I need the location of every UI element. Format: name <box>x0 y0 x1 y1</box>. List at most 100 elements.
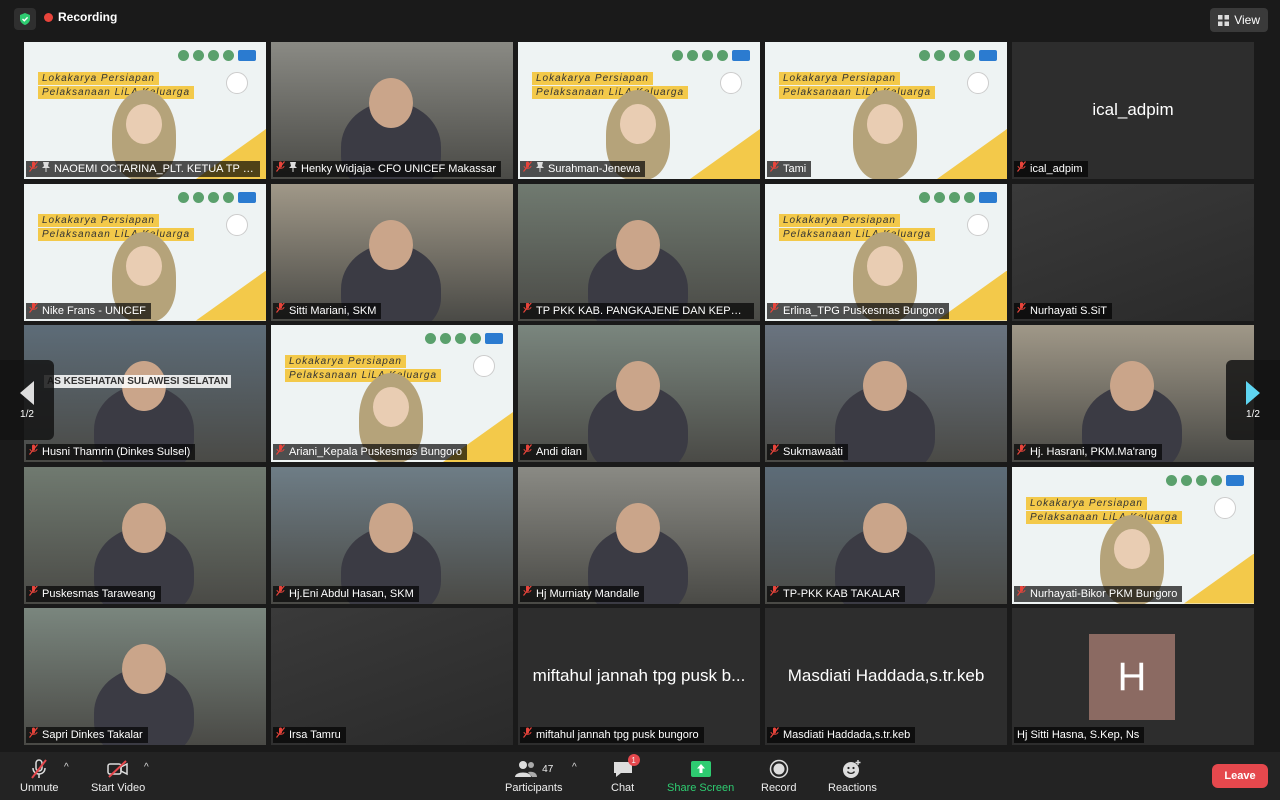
slide-title-line2: Pelaksanaan LiLA Keluarga <box>1026 510 1183 524</box>
security-shield-icon[interactable] <box>14 8 36 30</box>
chat-button[interactable]: 1 Chat <box>611 754 640 794</box>
muted-mic-icon <box>523 161 532 177</box>
participant-name: TP-PKK KAB TAKALAR <box>783 587 900 600</box>
participant-name-label: Puskesmas Taraweang <box>26 585 161 602</box>
participant-tile[interactable]: Sitti Mariani, SKM <box>271 183 513 321</box>
recording-indicator[interactable]: Recording <box>44 10 117 24</box>
participant-tile[interactable]: Sukmawaàti <box>765 325 1007 462</box>
participant-tile[interactable]: TP-PKK KAB TAKALAR <box>765 466 1007 604</box>
shared-slide-video: Lokakarya Persiapan Pelaksanaan LiLA Kelu… <box>765 183 1007 321</box>
person-face <box>863 361 907 411</box>
person-face <box>122 502 166 553</box>
participant-tile[interactable]: Hj. Hasrani, PKM.Ma'rang <box>1012 325 1254 462</box>
video-options-caret-icon[interactable]: ^ <box>144 762 149 773</box>
slide-logos-icon <box>672 50 750 61</box>
video-off-icon <box>106 756 130 782</box>
audio-options-caret-icon[interactable]: ^ <box>64 762 69 773</box>
participant-tile[interactable]: Irsa Tamru <box>271 608 513 745</box>
arrow-right-icon <box>1246 380 1260 405</box>
slide-title-line1: Lokakarya Persiapan <box>779 213 900 227</box>
video-off-placeholder: miftahul jannah tpg pusk b... <box>518 608 760 745</box>
participant-tile[interactable]: TP PKK KAB. PANGKAJENE DAN KEPULA... <box>518 183 760 321</box>
participant-name: Husni Thamrin (Dinkes Sulsel) <box>42 446 191 458</box>
slide-title-line1: Lokakarya Persiapan <box>1026 496 1147 510</box>
participant-tile[interactable]: H Hj Sitti Hasna, S.Kep, Ns <box>1012 608 1254 745</box>
shared-slide-video: Lokakarya Persiapan Pelaksanaan LiLA Kelu… <box>271 325 513 462</box>
participant-name-label: Sitti Mariani, SKM <box>273 302 382 319</box>
top-bar: Recording View <box>0 0 1280 40</box>
leave-button[interactable]: Leave <box>1212 764 1268 788</box>
participant-tile[interactable]: Nurhayati S.SiT <box>1012 183 1254 321</box>
person-face <box>369 78 413 128</box>
record-button[interactable]: Record <box>761 756 796 794</box>
video-grid: Lokakarya Persiapan Pelaksanaan LiLA Kelu… <box>24 42 1256 746</box>
participant-name: Tami <box>783 163 807 175</box>
participants-button[interactable]: 47 Participants <box>505 756 562 794</box>
participants-caret-icon[interactable]: ^ <box>572 762 577 773</box>
muted-mic-icon <box>276 444 285 460</box>
muted-mic-icon <box>523 444 532 460</box>
muted-mic-icon <box>276 302 285 319</box>
slide-title-line2: Pelaksanaan LiLA Keluarga <box>779 227 936 241</box>
slide-background: Lokakarya Persiapan Pelaksanaan LiLA Kelu… <box>24 42 266 179</box>
participant-name-label: Nurhayati-Bikor PKM Bungoro <box>1014 585 1183 602</box>
recording-dot-icon <box>44 12 53 22</box>
reactions-icon <box>841 756 863 782</box>
start-video-label: Start Video <box>91 782 146 794</box>
participant-name-label: Andi dian <box>520 444 587 460</box>
slide-title-line1: Lokakarya Persiapan <box>779 72 900 85</box>
view-button[interactable]: View <box>1210 8 1268 32</box>
participant-tile[interactable]: Hj Murniaty Mandalle <box>518 466 760 604</box>
share-screen-button[interactable]: Share Screen <box>667 756 734 794</box>
participant-name: Puskesmas Taraweang <box>42 587 156 600</box>
participant-name-label: Sukmawaàti <box>767 444 848 460</box>
participant-tile[interactable]: Lokakarya Persiapan Pelaksanaan LiLA Kelu… <box>765 183 1007 321</box>
reactions-button[interactable]: Reactions <box>828 756 877 794</box>
participant-video <box>1012 325 1254 462</box>
participant-tile[interactable]: ical_adpim ical_adpim <box>1012 42 1254 179</box>
record-label: Record <box>761 782 797 794</box>
participant-tile[interactable]: AS KESEHATAN SULAWESI SELATAN Husni Thamr… <box>24 325 266 462</box>
muted-mic-icon <box>523 302 532 319</box>
participant-video <box>765 466 1007 604</box>
chat-label: Chat <box>611 782 635 794</box>
participant-tile[interactable]: Lokakarya Persiapan Pelaksanaan LiLA Kelu… <box>765 42 1007 179</box>
participant-tile[interactable]: Puskesmas Taraweang <box>24 466 266 604</box>
participant-name: Sapri Dinkes Takalar <box>42 729 143 741</box>
arrow-left-icon <box>20 380 34 405</box>
participant-tile[interactable]: Henky Widjaja- CFO UNICEF Makassar <box>271 42 513 179</box>
person-face <box>1114 528 1150 569</box>
participant-tile[interactable]: Lokakarya Persiapan Pelaksanaan LiLA Kelu… <box>1012 466 1254 604</box>
slide-circle-decoration <box>967 72 989 94</box>
slide-title-line2: Pelaksanaan LiLA Keluarga <box>779 86 936 99</box>
video-off-placeholder: ical_adpim <box>1012 42 1254 179</box>
participant-tile[interactable]: miftahul jannah tpg pusk b... miftahul ja… <box>518 608 760 745</box>
participant-name: Nike Frans - UNICEF <box>42 304 146 317</box>
participant-name-label: Nurhayati S.SiT <box>1014 302 1113 319</box>
shared-slide-video: Lokakarya Persiapan Pelaksanaan LiLA Kelu… <box>518 42 760 179</box>
participant-name-label: TP PKK KAB. PANGKAJENE DAN KEPULA... <box>520 302 754 319</box>
next-page-button[interactable]: 1/2 <box>1226 360 1280 440</box>
slide-corner-decoration <box>937 129 1007 179</box>
participant-video <box>271 42 513 179</box>
participant-tile[interactable]: Lokakarya Persiapan Pelaksanaan LiLA Kelu… <box>24 183 266 321</box>
participant-tile[interactable]: Sapri Dinkes Takalar <box>24 608 266 745</box>
recording-label: Recording <box>58 10 118 24</box>
participant-name-label: Tami <box>767 161 812 177</box>
participant-tile[interactable]: Hj.Eni Abdul Hasan, SKM <box>271 466 513 604</box>
slide-background: Lokakarya Persiapan Pelaksanaan LiLA Kelu… <box>24 183 266 321</box>
pin-icon <box>289 161 297 177</box>
participant-tile[interactable]: Lokakarya Persiapan Pelaksanaan LiLA Kelu… <box>271 325 513 462</box>
previous-page-button[interactable]: 1/2 <box>0 360 54 440</box>
participant-tile[interactable]: Lokakarya Persiapan Pelaksanaan LiLA Kelu… <box>518 42 760 179</box>
participant-name-label: Husni Thamrin (Dinkes Sulsel) <box>26 444 196 460</box>
start-video-button[interactable]: Start Video <box>91 756 145 794</box>
participant-name: Andi dian <box>536 446 582 458</box>
participant-tile[interactable]: Lokakarya Persiapan Pelaksanaan LiLA Kelu… <box>24 42 266 179</box>
participant-tile[interactable]: Masdiati Haddada,s.tr.keb Masdiati Haddad… <box>765 608 1007 745</box>
participant-tile[interactable]: Andi dian <box>518 325 760 462</box>
unmute-button[interactable]: Unmute <box>20 756 59 794</box>
slide-corner-decoration <box>196 270 266 321</box>
participant-name-label: miftahul jannah tpg pusk bungoro <box>520 727 704 743</box>
person-face <box>616 502 660 553</box>
